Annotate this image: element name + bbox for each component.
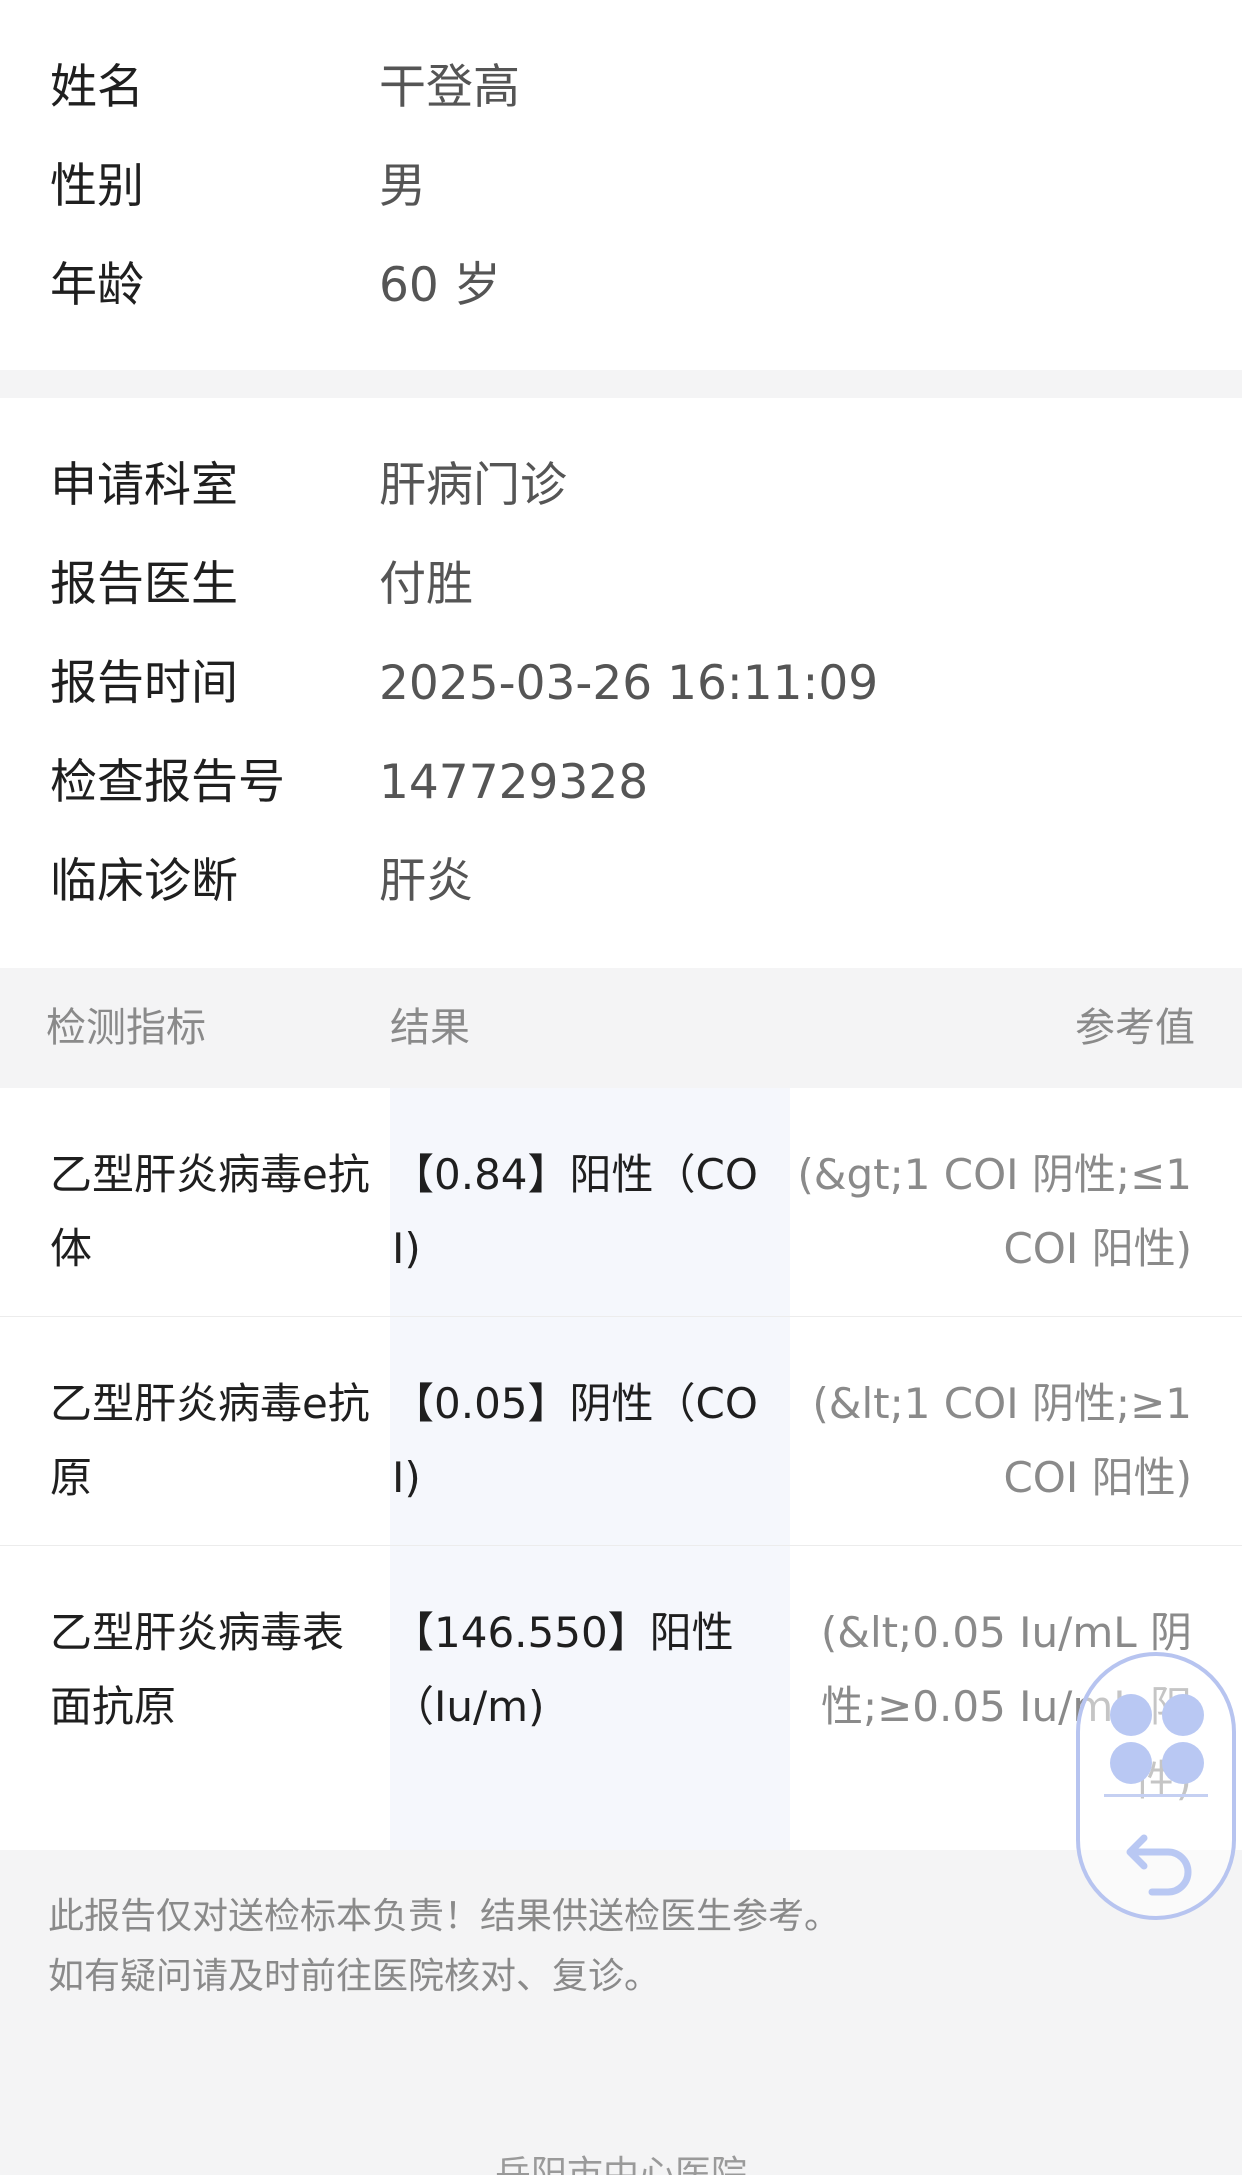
results-table: 乙型肝炎病毒e抗体 【0.84】阳性（COI) (&gt;1 COI 阴性;≤1…: [0, 1088, 1242, 1850]
indicator-name: 乙型肝炎病毒e抗原: [50, 1379, 370, 1502]
widget-divider: [1104, 1794, 1208, 1797]
indicator-result: 【0.05】阴性（COI): [392, 1379, 758, 1502]
report-page: 姓名 干登高 性别 男 年龄 60 岁 申请科室 肝病门诊 报告医生 付胜 报告…: [0, 0, 1242, 2175]
patient-info-card: 姓名 干登高 性别 男 年龄 60 岁: [0, 0, 1242, 370]
back-arrow-icon[interactable]: [1122, 1824, 1198, 1896]
grid-dot: [1110, 1694, 1152, 1736]
diagnosis-value: 肝炎: [379, 854, 473, 909]
patient-name-value: 干登高: [379, 60, 520, 115]
report-info-card: 申请科室 肝病门诊 报告医生 付胜 报告时间 2025-03-26 16:11:…: [0, 398, 1242, 968]
report-number-row: 检查报告号 147729328: [0, 753, 1242, 813]
hospital-name: 岳阳市中心医院: [494, 2154, 747, 2175]
apps-grid-icon[interactable]: [1104, 1686, 1212, 1794]
header-result: 结果: [390, 1005, 470, 1051]
indicator-result: 【146.550】阳性（Iu/m): [392, 1608, 734, 1731]
diagnosis-row: 临床诊断 肝炎: [0, 852, 1242, 912]
grid-dot: [1110, 1742, 1152, 1784]
report-time-row: 报告时间 2025-03-26 16:11:09: [0, 654, 1242, 714]
header-indicator: 检测指标: [46, 1005, 206, 1051]
patient-gender-row: 性别 男: [0, 157, 1242, 217]
header-reference: 参考值: [1075, 1005, 1195, 1051]
department-row: 申请科室 肝病门诊: [0, 456, 1242, 516]
report-number-value: 147729328: [379, 755, 649, 810]
report-time-value: 2025-03-26 16:11:09: [379, 656, 879, 711]
indicator-reference: (&gt;1 COI 阴性;≤1 COI 阳性): [797, 1150, 1192, 1273]
disclaimer-line-1: 此报告仅对送检标本负责！结果供送检医生参考。: [48, 1896, 841, 1937]
diagnosis-label: 临床诊断: [50, 854, 238, 909]
doctor-row: 报告医生 付胜: [0, 555, 1242, 615]
floating-widget[interactable]: [1076, 1652, 1236, 1920]
patient-age-label: 年龄: [50, 258, 144, 313]
disclaimer-line-2: 如有疑问请及时前往医院核对、复诊。: [48, 1956, 661, 1997]
patient-name-label: 姓名: [50, 60, 144, 115]
patient-age-row: 年龄 60 岁: [0, 256, 1242, 316]
doctor-value: 付胜: [379, 557, 473, 612]
indicator-name: 乙型肝炎病毒e抗体: [50, 1150, 370, 1273]
disclaimer: 此报告仅对送检标本负责！结果供送检医生参考。 如有疑问请及时前往医院核对、复诊。: [48, 1887, 1198, 2007]
report-number-label: 检查报告号: [50, 755, 285, 810]
department-value: 肝病门诊: [379, 458, 567, 513]
patient-gender-value: 男: [379, 159, 426, 214]
table-row: 乙型肝炎病毒表面抗原 【146.550】阳性（Iu/m) (&lt;0.05 I…: [0, 1546, 1242, 1850]
grid-dot: [1162, 1742, 1204, 1784]
doctor-label: 报告医生: [50, 557, 238, 612]
patient-name-row: 姓名 干登高: [0, 58, 1242, 118]
indicator-name: 乙型肝炎病毒表面抗原: [50, 1608, 345, 1731]
patient-gender-label: 性别: [50, 159, 144, 214]
table-row: 乙型肝炎病毒e抗体 【0.84】阳性（COI) (&gt;1 COI 阴性;≤1…: [0, 1088, 1242, 1317]
report-time-label: 报告时间: [50, 656, 238, 711]
indicator-result: 【0.84】阳性（COI): [392, 1150, 758, 1273]
grid-dot: [1162, 1694, 1204, 1736]
results-table-header: 检测指标 结果 参考值: [0, 968, 1242, 1088]
table-row: 乙型肝炎病毒e抗原 【0.05】阴性（COI) (&lt;1 COI 阴性;≥1…: [0, 1317, 1242, 1546]
patient-age-value: 60 岁: [379, 258, 501, 313]
indicator-reference: (&lt;1 COI 阴性;≥1 COI 阳性): [812, 1379, 1192, 1502]
department-label: 申请科室: [50, 458, 238, 513]
